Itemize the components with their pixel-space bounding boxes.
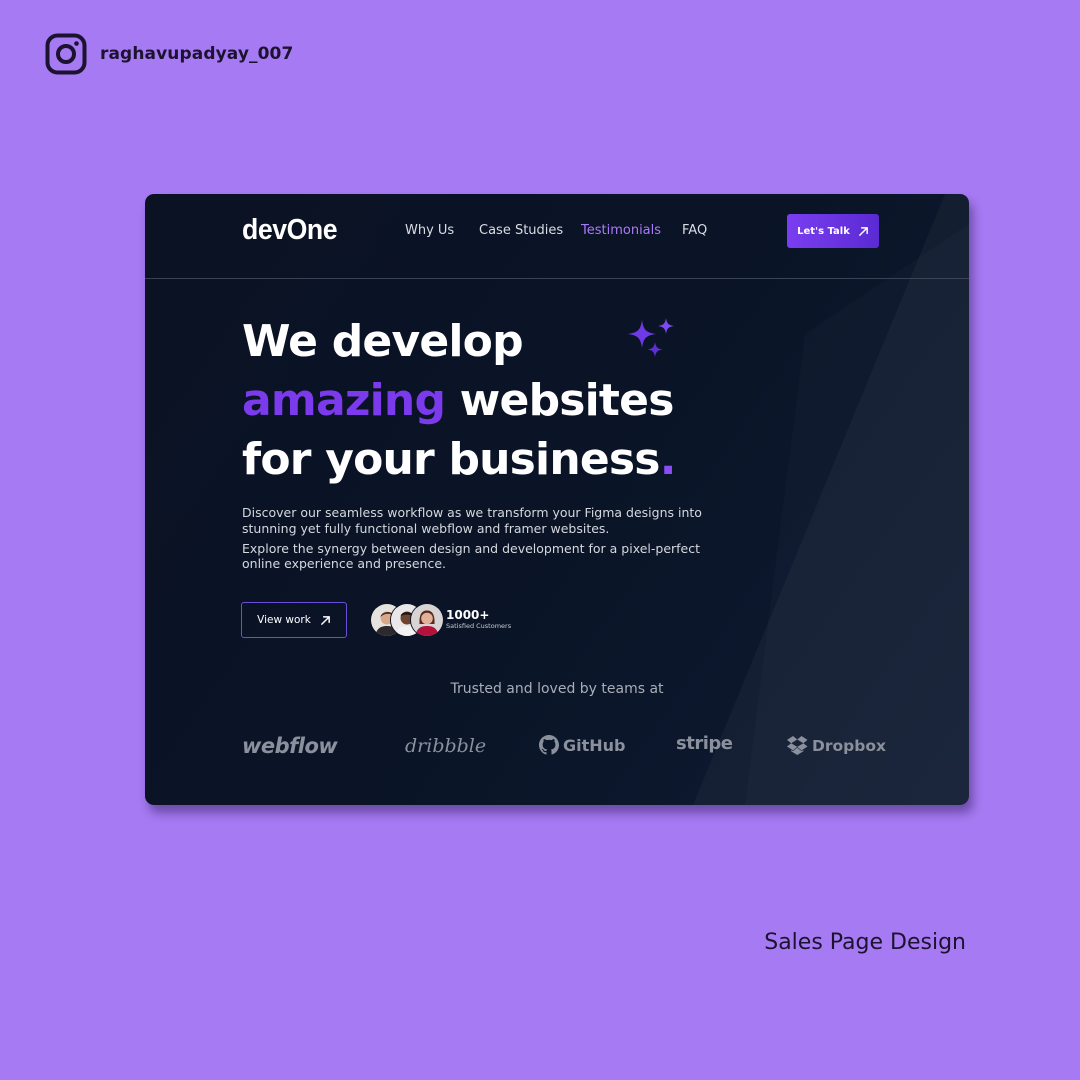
background-sheen (145, 194, 969, 805)
stripe-logo: stripe (676, 733, 733, 754)
design-caption: Sales Page Design (764, 930, 966, 955)
site-logo[interactable]: devOne (242, 214, 338, 247)
dribbble-logo-text: dribbble (405, 735, 487, 757)
dropbox-icon (787, 736, 808, 755)
hero-accent-word: amazing (242, 375, 446, 426)
sparkle-icon (628, 318, 674, 357)
lets-talk-button[interactable]: Let's Talk (787, 214, 879, 248)
hero-line-2: websites (445, 375, 675, 426)
hero-line-1: We develop (242, 316, 524, 367)
site-header: devOne Why Us Case Studies Testimonials … (145, 194, 969, 279)
nav-why-us[interactable]: Why Us (405, 223, 479, 238)
hero-line-3: for your business (242, 434, 660, 485)
customer-count-value: 1000+ (446, 608, 490, 622)
hero-heading: We develop amazing websites for your bus… (242, 312, 676, 489)
instagram-icon (45, 33, 87, 75)
github-icon (539, 735, 559, 755)
webflow-logo: webflow (242, 734, 338, 758)
main-nav: Why Us Case Studies Testimonials FAQ (405, 223, 707, 238)
arrow-up-right-icon (320, 615, 330, 625)
webflow-logo-text: webflow (242, 734, 338, 758)
dropbox-logo-text: Dropbox (812, 736, 886, 755)
stripe-logo-text: stripe (676, 733, 733, 754)
dribbble-logo: dribbble (405, 735, 486, 757)
hero-period: . (659, 434, 677, 485)
trusted-heading: Trusted and loved by teams at (450, 681, 664, 697)
hero-paragraph-1: Discover our seamless workflow as we tra… (242, 505, 702, 536)
dropbox-logo: Dropbox (787, 736, 886, 755)
customer-avatars (370, 603, 444, 637)
customer-count: 1000+ Satisfied Customers (446, 608, 511, 631)
view-work-label: View work (257, 614, 311, 626)
instagram-username: raghavupadyay_007 (100, 44, 294, 64)
avatar (410, 603, 444, 637)
hero-description: Discover our seamless workflow as we tra… (242, 505, 732, 576)
instagram-handle[interactable]: raghavupadyay_007 (45, 33, 293, 75)
lets-talk-label: Let's Talk (797, 225, 850, 237)
nav-testimonials[interactable]: Testimonials (581, 223, 682, 238)
website-mockup: devOne Why Us Case Studies Testimonials … (145, 194, 969, 805)
nav-faq[interactable]: FAQ (682, 223, 707, 238)
github-logo: GitHub (539, 735, 626, 755)
view-work-button[interactable]: View work (241, 602, 347, 638)
github-logo-text: GitHub (563, 735, 626, 755)
arrow-up-right-icon (858, 226, 868, 236)
nav-case-studies[interactable]: Case Studies (479, 223, 581, 238)
hero-paragraph-2: Explore the synergy between design and d… (242, 540, 701, 572)
customer-count-label: Satisfied Customers (446, 622, 512, 630)
